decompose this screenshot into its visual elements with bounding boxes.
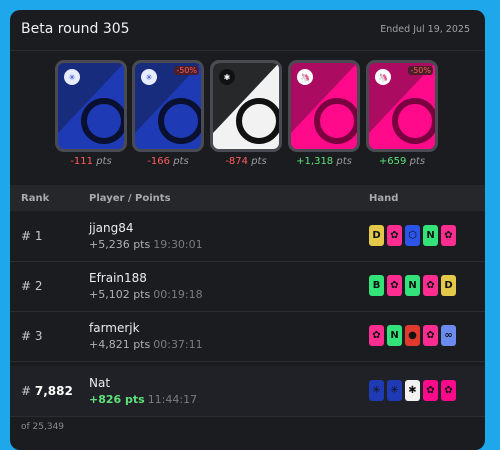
card-points: -874 pts (210, 156, 282, 167)
player-hand: ✳ ✳ ✱ ✿ ✿ (369, 380, 456, 401)
leaderboard-panel: Beta round 305 Ended Jul 19, 2025 ✳ -111 … (10, 10, 485, 450)
rank-value: 3 (34, 329, 43, 343)
player-name[interactable]: jjang84 (89, 221, 134, 235)
hand-card-icon: N (405, 275, 420, 296)
coin-card-face: ✳ -50% (132, 60, 204, 152)
card-points: +659 pts (366, 156, 438, 167)
hand-card-icon: ✿ (441, 380, 456, 401)
player-points-line: +826 pts 11:44:17 (89, 393, 197, 406)
card-points-unit: pts (170, 156, 189, 167)
hand-card-icon: ✿ (387, 225, 402, 246)
total-players-count: of 25,349 (21, 422, 65, 432)
player-points: +4,821 pts (89, 338, 151, 351)
player-name[interactable]: Nat (89, 376, 110, 390)
player-points-line: +5,236 pts 19:30:01 (89, 238, 203, 251)
card-points-value: +659 (378, 156, 407, 167)
rank-value: 1 (34, 229, 43, 243)
rank-cell: # 2 (21, 279, 43, 293)
card-points-value: -874 (225, 156, 249, 167)
hand-card-icon: N (423, 225, 438, 246)
table-header: Rank Player / Points Hand (10, 185, 485, 211)
player-hand: D ✿ ⬡ N ✿ (369, 225, 456, 246)
card-points-value: -166 (147, 156, 171, 167)
uniswap-coin-icon: 🦄 (297, 69, 313, 85)
player-points: +5,102 pts (89, 288, 151, 301)
hand-card-icon: B (369, 275, 384, 296)
rank-prefix: # (21, 384, 35, 398)
coin-card-face: 🦄 (288, 60, 360, 152)
hand-card-icon: D (441, 275, 456, 296)
rank-value: 7,882 (34, 384, 73, 398)
card-points-unit: pts (93, 156, 112, 167)
hand-card-icon: ✿ (423, 325, 438, 346)
coin-card-face: ✱ (210, 60, 282, 152)
hand-card-icon: ✳ (387, 380, 402, 401)
rank-value: 2 (34, 279, 43, 293)
card-points-value: +1,318 (296, 156, 334, 167)
card-points-unit: pts (406, 156, 426, 167)
player-time: 19:30:01 (153, 238, 203, 251)
rank-cell: # 3 (21, 329, 43, 343)
coin-card-face: ✳ (55, 60, 127, 152)
card-points-unit: pts (248, 156, 267, 167)
stellar-coin-icon: ✱ (219, 69, 235, 85)
player-column-header: Player / Points (89, 193, 171, 204)
hand-card-icon: ✿ (423, 275, 438, 296)
coin-card-cardano[interactable]: ✳ -111 pts (55, 60, 127, 167)
coin-card-uniswap[interactable]: 🦄 +1,318 pts (288, 60, 360, 167)
rank-cell: # 1 (21, 229, 43, 243)
card-points: -166 pts (132, 156, 204, 167)
hand-card-icon: ∞ (441, 325, 456, 346)
player-time: 00:19:18 (153, 288, 203, 301)
coin-card-uniswap[interactable]: 🦄 -50% +659 pts (366, 60, 438, 167)
table-row[interactable]: # 3 farmerjk +4,821 pts 00:37:11 ✿ N ● ✿ ∞ (10, 311, 485, 362)
card-points-value: -111 (70, 156, 94, 167)
table-row[interactable]: # 1 jjang84 +5,236 pts 19:30:01 D ✿ ⬡ N ✿ (10, 211, 485, 262)
rank-column-header: Rank (21, 193, 50, 204)
coin-card-stellar[interactable]: ✱ -874 pts (210, 60, 282, 167)
rank-prefix: # (21, 229, 35, 243)
hand-card-icon: ✳ (369, 380, 384, 401)
winning-hand-cards: ✳ -111 pts ✳ -50% -166 pts ✱ -874 pts 🦄 +1,318 p… (10, 60, 485, 175)
round-title: Beta round 305 (21, 21, 130, 37)
player-points: +5,236 pts (89, 238, 151, 251)
cardano-coin-icon: ✳ (64, 69, 80, 85)
player-points-line: +5,102 pts 00:19:18 (89, 288, 203, 301)
discount-badge: -50% (408, 66, 433, 75)
hand-card-icon: ✱ (405, 380, 420, 401)
hand-card-icon: ✿ (369, 325, 384, 346)
uniswap-coin-icon: 🦄 (375, 69, 391, 85)
my-rank-row[interactable]: # 7,882 Nat +826 pts 11:44:17 ✳ ✳ ✱ ✿ ✿ (10, 366, 485, 417)
rank-prefix: # (21, 279, 35, 293)
hand-card-icon: ✿ (423, 380, 438, 401)
hand-column-header: Hand (369, 193, 399, 204)
player-points-line: +4,821 pts 00:37:11 (89, 338, 203, 351)
player-name[interactable]: farmerjk (89, 321, 140, 335)
cardano-coin-icon: ✳ (141, 69, 157, 85)
player-time: 00:37:11 (153, 338, 203, 351)
hand-card-icon: N (387, 325, 402, 346)
hand-card-icon: ✿ (387, 275, 402, 296)
player-name[interactable]: Efrain188 (89, 271, 147, 285)
player-hand: B ✿ N ✿ D (369, 275, 456, 296)
card-points: -111 pts (55, 156, 127, 167)
card-points-unit: pts (333, 156, 352, 167)
hand-card-icon: ● (405, 325, 420, 346)
round-ended-date: Ended Jul 19, 2025 (380, 24, 470, 35)
hand-card-icon: ✿ (441, 225, 456, 246)
player-points: +826 pts (89, 393, 145, 406)
card-points: +1,318 pts (288, 156, 360, 167)
rank-cell: # 7,882 (21, 384, 73, 398)
table-row[interactable]: # 2 Efrain188 +5,102 pts 00:19:18 B ✿ N ✿ D (10, 261, 485, 312)
hand-card-icon: ⬡ (405, 225, 420, 246)
player-time: 11:44:17 (147, 393, 198, 406)
player-hand: ✿ N ● ✿ ∞ (369, 325, 456, 346)
coin-card-cardano[interactable]: ✳ -50% -166 pts (132, 60, 204, 167)
rank-prefix: # (21, 329, 35, 343)
coin-card-face: 🦄 -50% (366, 60, 438, 152)
discount-badge: -50% (174, 66, 199, 75)
hand-card-icon: D (369, 225, 384, 246)
round-header: Beta round 305 Ended Jul 19, 2025 (10, 10, 485, 51)
